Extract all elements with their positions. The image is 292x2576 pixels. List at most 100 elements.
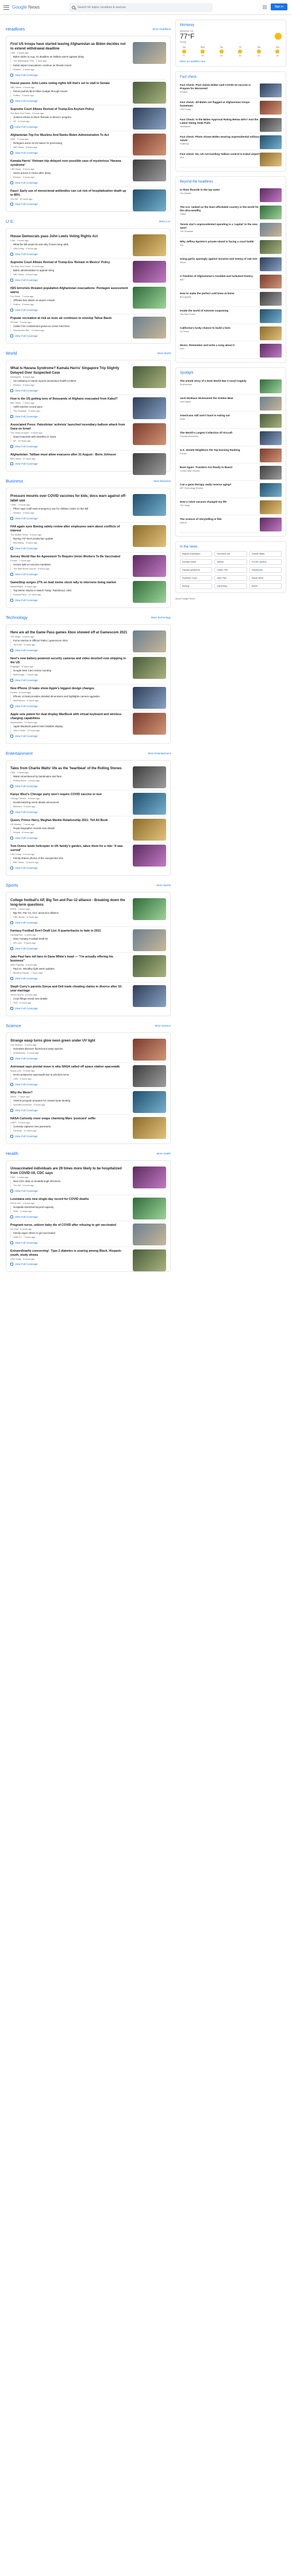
- topic-chip[interactable]: Supreme Court: [180, 575, 213, 581]
- spotlight-item[interactable]: U.S. Senate Neighbors the Top Earning Ra…: [180, 446, 282, 463]
- section-title[interactable]: U.S.: [6, 219, 14, 224]
- item-headline[interactable]: How a robot vacuum changed my life: [180, 500, 260, 504]
- story-headline[interactable]: How is the US getting tens of thousands …: [10, 397, 128, 401]
- story-thumbnail[interactable]: [133, 366, 166, 388]
- beyond-item[interactable]: Why Jeffrey Epstein's private island is …: [180, 238, 282, 255]
- story-thumbnail[interactable]: [133, 134, 166, 155]
- story-thumbnail[interactable]: [133, 397, 166, 419]
- story-headline[interactable]: Unvaccinated individuals are 29 times mo…: [10, 1167, 128, 1176]
- item-headline[interactable]: Is there fluoride in the tap water: [180, 188, 260, 192]
- item-headline[interactable]: Can a gene therapy really reverse aging?: [180, 483, 260, 487]
- story-thumbnail[interactable]: [133, 985, 166, 1007]
- related-headline[interactable]: Pelosi pushes $3.5 trillion budget throu…: [13, 90, 128, 93]
- related-story[interactable]: Biden administration to appeal ruling NBC…: [10, 269, 128, 276]
- story-thumbnail[interactable]: [133, 581, 166, 603]
- item-headline[interactable]: A Timeline of Afghanistan's troubled and…: [180, 275, 260, 278]
- full-coverage-link[interactable]: View Full Coverage: [10, 735, 166, 738]
- section-more-link[interactable]: More Sports: [156, 884, 171, 887]
- story-headline[interactable]: Afghanistan Top For Muslims And Ranks Bi…: [10, 134, 128, 138]
- story-thumbnail[interactable]: [133, 1091, 166, 1113]
- related-story[interactable]: Kabul airport evacuations continue as th…: [10, 64, 128, 71]
- section-title[interactable]: Technology: [6, 615, 28, 620]
- story-headline[interactable]: Astronaut says pivotal move is why NASA …: [10, 1065, 128, 1069]
- related-headline[interactable]: Google Nest Cam review roundup: [13, 669, 128, 673]
- section-more-link[interactable]: More World: [157, 352, 171, 355]
- topic-chip[interactable]: Gamescom: [249, 567, 282, 573]
- search-bar[interactable]: [69, 3, 213, 12]
- item-thumbnail[interactable]: [260, 309, 282, 323]
- topic-chip[interactable]: Hurricane Ida: [214, 551, 247, 557]
- item-headline[interactable]: Fact Check: Is the Biden Approval Rating…: [180, 118, 260, 125]
- search-input[interactable]: [78, 6, 193, 9]
- story-thumbnail[interactable]: [133, 1117, 166, 1139]
- related-headline[interactable]: Family shares photos of the unexpected v…: [13, 857, 128, 860]
- related-story[interactable]: Court filings reveal new details TMZ · 9 …: [10, 997, 128, 1005]
- related-headline[interactable]: Officials fear attack on airport crowds: [13, 299, 128, 302]
- item-headline[interactable]: Fact check: Photo shows Biden wearing un…: [180, 135, 260, 142]
- story-thumbnail[interactable]: [133, 159, 166, 181]
- related-story[interactable]: US embassy in Hanoi reports anomalous he…: [10, 379, 128, 387]
- story-thumbnail[interactable]: [133, 713, 166, 735]
- item-headline[interactable]: Using garlic sparingly against invasive …: [180, 257, 260, 261]
- related-headline[interactable]: Biden sticks to Aug. 31 deadline as Tali…: [13, 55, 128, 59]
- related-story[interactable]: Paul vs. Woodley fight week updates Bleac…: [10, 967, 128, 975]
- related-story[interactable]: Airlift reaches record pace The Guardian …: [10, 405, 128, 413]
- topic-chip[interactable]: Kamala Harris: [180, 559, 213, 565]
- story-headline[interactable]: Pressure mounts over COVID vaccines for …: [10, 494, 128, 503]
- related-headline[interactable]: Scientists discover fluorescent wasp spe…: [13, 1047, 128, 1051]
- story-headline[interactable]: GameStop surges 27% on lead meme stock r…: [10, 581, 128, 585]
- related-headline[interactable]: Unions split on vaccine mandates: [13, 563, 128, 567]
- item-thumbnail[interactable]: [260, 449, 282, 462]
- item-headline[interactable]: California's lucky chance to build a far…: [180, 326, 260, 330]
- story-headline[interactable]: Survey World Has An Agreement To Require…: [10, 555, 128, 559]
- story-thumbnail[interactable]: [133, 189, 166, 211]
- related-story[interactable]: Officials fear attack on airport crowds P…: [10, 299, 128, 306]
- story-thumbnail[interactable]: [133, 287, 166, 309]
- related-headline[interactable]: Watts remembered by bandmates and fans: [13, 775, 128, 778]
- topic-chip[interactable]: NASA: [249, 583, 282, 589]
- related-story[interactable]: Justices refuse to block 'Remain in Mexi…: [10, 116, 128, 123]
- story-thumbnail[interactable]: [133, 494, 166, 516]
- item-headline[interactable]: U.S. Senate Neighbors the Top Earning Ra…: [180, 449, 260, 452]
- full-coverage-link[interactable]: View Full Coverage: [10, 921, 166, 924]
- item-thumbnail[interactable]: [260, 414, 282, 428]
- related-story[interactable]: iPhone 13 leak provides detailed dimensi…: [10, 695, 128, 702]
- story-headline[interactable]: Supreme Court Allows Revival of Trump-Er…: [10, 108, 128, 112]
- full-coverage-link[interactable]: View Full Coverage: [10, 977, 166, 980]
- related-story[interactable]: Forza Horizon 5 Official Trailer | games…: [10, 639, 128, 647]
- story-thumbnail[interactable]: [133, 1224, 166, 1245]
- related-headline[interactable]: Curiosity captures new panorama: [13, 1125, 128, 1129]
- story-headline[interactable]: House Democrats pass John Lewis Voting R…: [10, 234, 128, 239]
- item-thumbnail[interactable]: [260, 118, 282, 132]
- related-story[interactable]: Google Nest Cam review roundup 9to5Google…: [10, 669, 128, 677]
- section-more-link[interactable]: More Headlines: [152, 28, 171, 31]
- story-headline[interactable]: Kanye West's Chicago party won't require…: [10, 793, 128, 797]
- section-more-link[interactable]: More U.S.: [159, 220, 171, 223]
- related-story[interactable]: Caldor Fire containment grows as crews h…: [10, 325, 128, 332]
- item-thumbnail[interactable]: [260, 188, 282, 202]
- story-thumbnail[interactable]: [133, 898, 166, 920]
- section-title[interactable]: Entertainment: [6, 751, 33, 756]
- item-thumbnail[interactable]: [260, 379, 282, 393]
- topic-chip[interactable]: Havana syndrome: [180, 567, 213, 573]
- beyond-item[interactable]: Inside the world of extreme couponing The…: [180, 307, 282, 324]
- related-headline[interactable]: Israel responds with airstrikes in Gaza: [13, 435, 128, 439]
- story-thumbnail[interactable]: [133, 766, 166, 788]
- spotlight-item[interactable]: The science of storytelling in film Vultu…: [180, 515, 282, 533]
- item-headline[interactable]: Fact check: Jill Biden not flagged at Af…: [180, 101, 260, 108]
- related-story[interactable]: Israel responds with airstrikes in Gaza A…: [10, 435, 128, 443]
- related-story[interactable]: Artemis program prepares for crewed luna…: [10, 1099, 128, 1107]
- item-headline[interactable]: The World's Largest Collection Of Aircra…: [180, 431, 260, 435]
- factcheck-item[interactable]: Fact Check: Is the Biden Approval Rating…: [180, 116, 282, 133]
- related-story[interactable]: Donda listening event details announced B…: [10, 801, 128, 808]
- section-title[interactable]: Headlines: [6, 26, 25, 32]
- story-headline[interactable]: Fantasy Football Don't Draft List: 8 qua…: [10, 929, 128, 933]
- section-title[interactable]: Business: [6, 478, 23, 484]
- factcheck-item[interactable]: Fact check: No, US not handing Taliban c…: [180, 150, 282, 168]
- story-headline[interactable]: What Is Havana Syndrome? Kamala Harris' …: [10, 366, 128, 375]
- related-headline[interactable]: Paul vs. Woodley fight week updates: [13, 967, 128, 971]
- related-story[interactable]: 2021 Fantasy Football Draft Kit NFL.com ·…: [10, 937, 128, 945]
- related-headline[interactable]: Royal biographer reveals new details: [13, 827, 128, 830]
- item-headline[interactable]: Americans still aren't back to eating ou…: [180, 414, 260, 417]
- item-headline[interactable]: Fact Check: Post claims Biden said COVID…: [180, 83, 260, 90]
